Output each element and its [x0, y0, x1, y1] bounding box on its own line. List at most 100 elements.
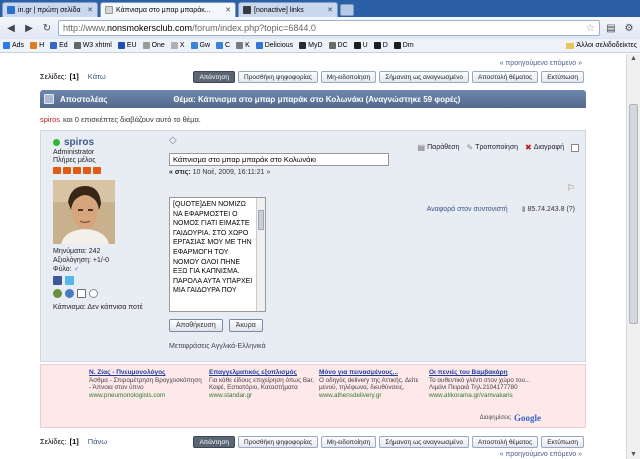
page-menu-icon[interactable]: ▤ [604, 21, 618, 35]
post-date-label: « στις: [169, 169, 191, 176]
reload-icon[interactable]: ↻ [40, 21, 54, 35]
modify-icon: ✎ [466, 143, 474, 152]
bookmark-item[interactable]: Ed [50, 42, 68, 49]
back-arrow-icon[interactable]: ◀ [4, 21, 18, 35]
bookmark-item[interactable]: K [236, 42, 250, 49]
delete-button[interactable]: ✖ Διαγραφή [525, 143, 564, 152]
add-poll-button[interactable]: Προσθήκη ψηφοφορίας [238, 436, 318, 448]
close-tab-icon[interactable]: ✕ [221, 6, 231, 14]
google-logo: Google [514, 413, 541, 423]
bookmark-item[interactable]: EU [117, 42, 137, 49]
email-icon[interactable] [77, 289, 86, 298]
other-bookmarks[interactable]: Άλλοι σελιδοδείκτες [566, 42, 637, 49]
bookmark-label: D [382, 42, 388, 49]
unnotify-button[interactable]: Μη-ειδοποίηση [320, 71, 377, 83]
ad-1[interactable]: Επαγγελματικός εξοπλισμός Για κάθε είδου… [209, 369, 325, 399]
site-favicon [243, 6, 251, 14]
modify-button[interactable]: ✎ Τροποποίηση [466, 143, 518, 152]
textarea-scroll-thumb[interactable] [258, 210, 264, 230]
browser-tab-2[interactable]: [nonactive] links ✕ [238, 2, 338, 17]
select-post-checkbox[interactable] [571, 143, 579, 152]
browser-tab-1[interactable]: Κάπνισμα στο μπαρ μπαράκ... ✕ [100, 2, 236, 17]
bookmark-label: K [245, 42, 250, 49]
folder-icon [566, 42, 575, 49]
ad-title[interactable]: Οι πενιές του Βαμβακάρη [429, 369, 545, 377]
ad-title[interactable]: Μόνο για πεινασμένους... [319, 369, 435, 377]
ad-0[interactable]: Ν. Ζίας - Πνευμονολόγος Άσθμα - Σπιρομέτ… [89, 369, 205, 399]
cancel-button[interactable]: Άκυρα [228, 319, 263, 332]
new-tab-button[interactable] [340, 4, 354, 16]
bookmark-item[interactable]: W3 xhtml [73, 42, 112, 49]
send-topic-button[interactable]: Αποστολή θέματος [471, 436, 539, 448]
ad-url[interactable]: www.athensdelivery.gr [319, 392, 435, 400]
ad-2[interactable]: Μόνο για πεινασμένους... Ο οδηγός delive… [319, 369, 435, 399]
poster-name[interactable]: spiros [64, 137, 94, 148]
bookmark-item[interactable]: One [142, 42, 165, 49]
collapse-toggle-icon[interactable] [44, 94, 54, 104]
go-up-link[interactable]: Πάνω [88, 437, 107, 446]
post-edit-area: ◇ « στις: 10 Νοέ, 2009, 16:11:21 » ▤Παρά… [169, 135, 579, 176]
save-button[interactable]: Αποθήκευση [169, 319, 223, 332]
quote-button[interactable]: ▤ Παράθεση [418, 143, 460, 152]
ad-3[interactable]: Οι πενιές του Βαμβακάρη Το αυθεντικό γλέ… [429, 369, 545, 399]
bookmark-star-icon[interactable]: ☆ [586, 23, 595, 34]
reply-button[interactable]: Απάντηση [193, 71, 235, 83]
ip-address: ▮ 85.74.243.8 (?) [522, 205, 575, 213]
print-button[interactable]: Εκτύπωση [541, 71, 584, 83]
bookmark-item[interactable]: MyD [299, 42, 323, 49]
scroll-down-arrow-icon[interactable]: ▼ [630, 451, 637, 458]
bookmark-item[interactable]: Gw [190, 42, 210, 49]
bookmark-item[interactable]: Dm [393, 42, 414, 49]
forward-arrow-icon[interactable]: ▶ [22, 21, 36, 35]
send-topic-button[interactable]: Αποστολή θέματος [471, 71, 539, 83]
bookmark-item[interactable]: D [373, 42, 388, 49]
facebook-icon[interactable] [53, 276, 62, 285]
go-down-link[interactable]: Κάτω [88, 72, 106, 81]
wrench-icon[interactable]: ⚙ [622, 21, 636, 35]
bookmark-item[interactable]: Ads [3, 42, 24, 49]
add-poll-button[interactable]: Προσθήκη ψηφοφορίας [238, 71, 318, 83]
mark-read-button[interactable]: Σήμανση ως αναγνωσμένο [379, 436, 469, 448]
ad-url[interactable]: www.standar.gr [209, 392, 325, 400]
translate-link[interactable]: Μεταφράσεις Αγγλικά-Ελληνικά [169, 343, 266, 350]
report-icon[interactable]: ⚐ [567, 183, 575, 194]
ad-title[interactable]: Ν. Ζίας - Πνευμονολόγος [89, 369, 205, 377]
profile-icon[interactable] [53, 289, 62, 298]
report-link[interactable]: Αναφορά στον συντονιστή [427, 206, 508, 213]
message-textarea[interactable]: [quote]ΔΕΝ ΝΟΜΙΖΩ ΝΑ ΕΦΑΡΜΟΣΤΕΙ Ο ΝΟΜΟΣ … [169, 197, 266, 312]
bookmark-item[interactable]: DC [328, 42, 348, 49]
bookmark-label: U [362, 42, 368, 49]
bookmark-item[interactable]: U [353, 42, 368, 49]
twitter-icon[interactable] [65, 276, 74, 285]
mark-read-button[interactable]: Σήμανση ως αναγνωσμένο [379, 71, 469, 83]
prev-next-bottom[interactable]: « προηγούμενο επόμενο » [500, 451, 582, 458]
bookmark-favicon [30, 42, 38, 49]
unnotify-button[interactable]: Μη-ειδοποίηση [320, 436, 377, 448]
browser-tab-0[interactable]: in.gr | πρώτη σελίδα ✕ [2, 2, 98, 17]
address-bar[interactable]: http://www. nonsmokersclub.com/forum/inde… [58, 20, 600, 36]
bookmark-favicon [373, 42, 381, 49]
pm-icon[interactable] [89, 289, 98, 298]
bookmark-item[interactable]: C [216, 42, 230, 49]
scroll-up-arrow-icon[interactable]: ▲ [630, 55, 637, 62]
bookmark-item[interactable]: Delicious [255, 42, 293, 49]
viewer-name[interactable]: spiros [40, 115, 60, 124]
delete-icon: ✖ [525, 143, 532, 152]
reply-button[interactable]: Απάντηση [193, 436, 235, 448]
subject-input[interactable] [169, 153, 389, 166]
ad-title[interactable]: Επαγγελματικός εξοπλισμός [209, 369, 325, 377]
ad-url[interactable]: www.atikorama.gr/vamvakaris [429, 392, 545, 400]
close-tab-icon[interactable]: ✕ [323, 6, 333, 14]
prev-next-top[interactable]: « προηγούμενο επόμενο » [500, 60, 582, 67]
ad-url[interactable]: www.pneumonologists.com [89, 392, 205, 400]
bookmark-item[interactable]: X [170, 42, 185, 49]
textarea-scrollbar[interactable] [256, 198, 265, 311]
page-scrollbar[interactable]: ▲ ▼ [626, 54, 640, 459]
report-row: Αναφορά στον συντονιστή ▮ 85.74.243.8 (?… [427, 205, 575, 214]
ads-by-google[interactable]: Διαφημίσεις Google [480, 413, 541, 423]
close-tab-icon[interactable]: ✕ [83, 6, 93, 14]
page-scroll-thumb[interactable] [629, 104, 638, 324]
website-icon[interactable] [65, 289, 74, 298]
bookmark-item[interactable]: H [30, 42, 44, 49]
print-button[interactable]: Εκτύπωση [541, 436, 584, 448]
